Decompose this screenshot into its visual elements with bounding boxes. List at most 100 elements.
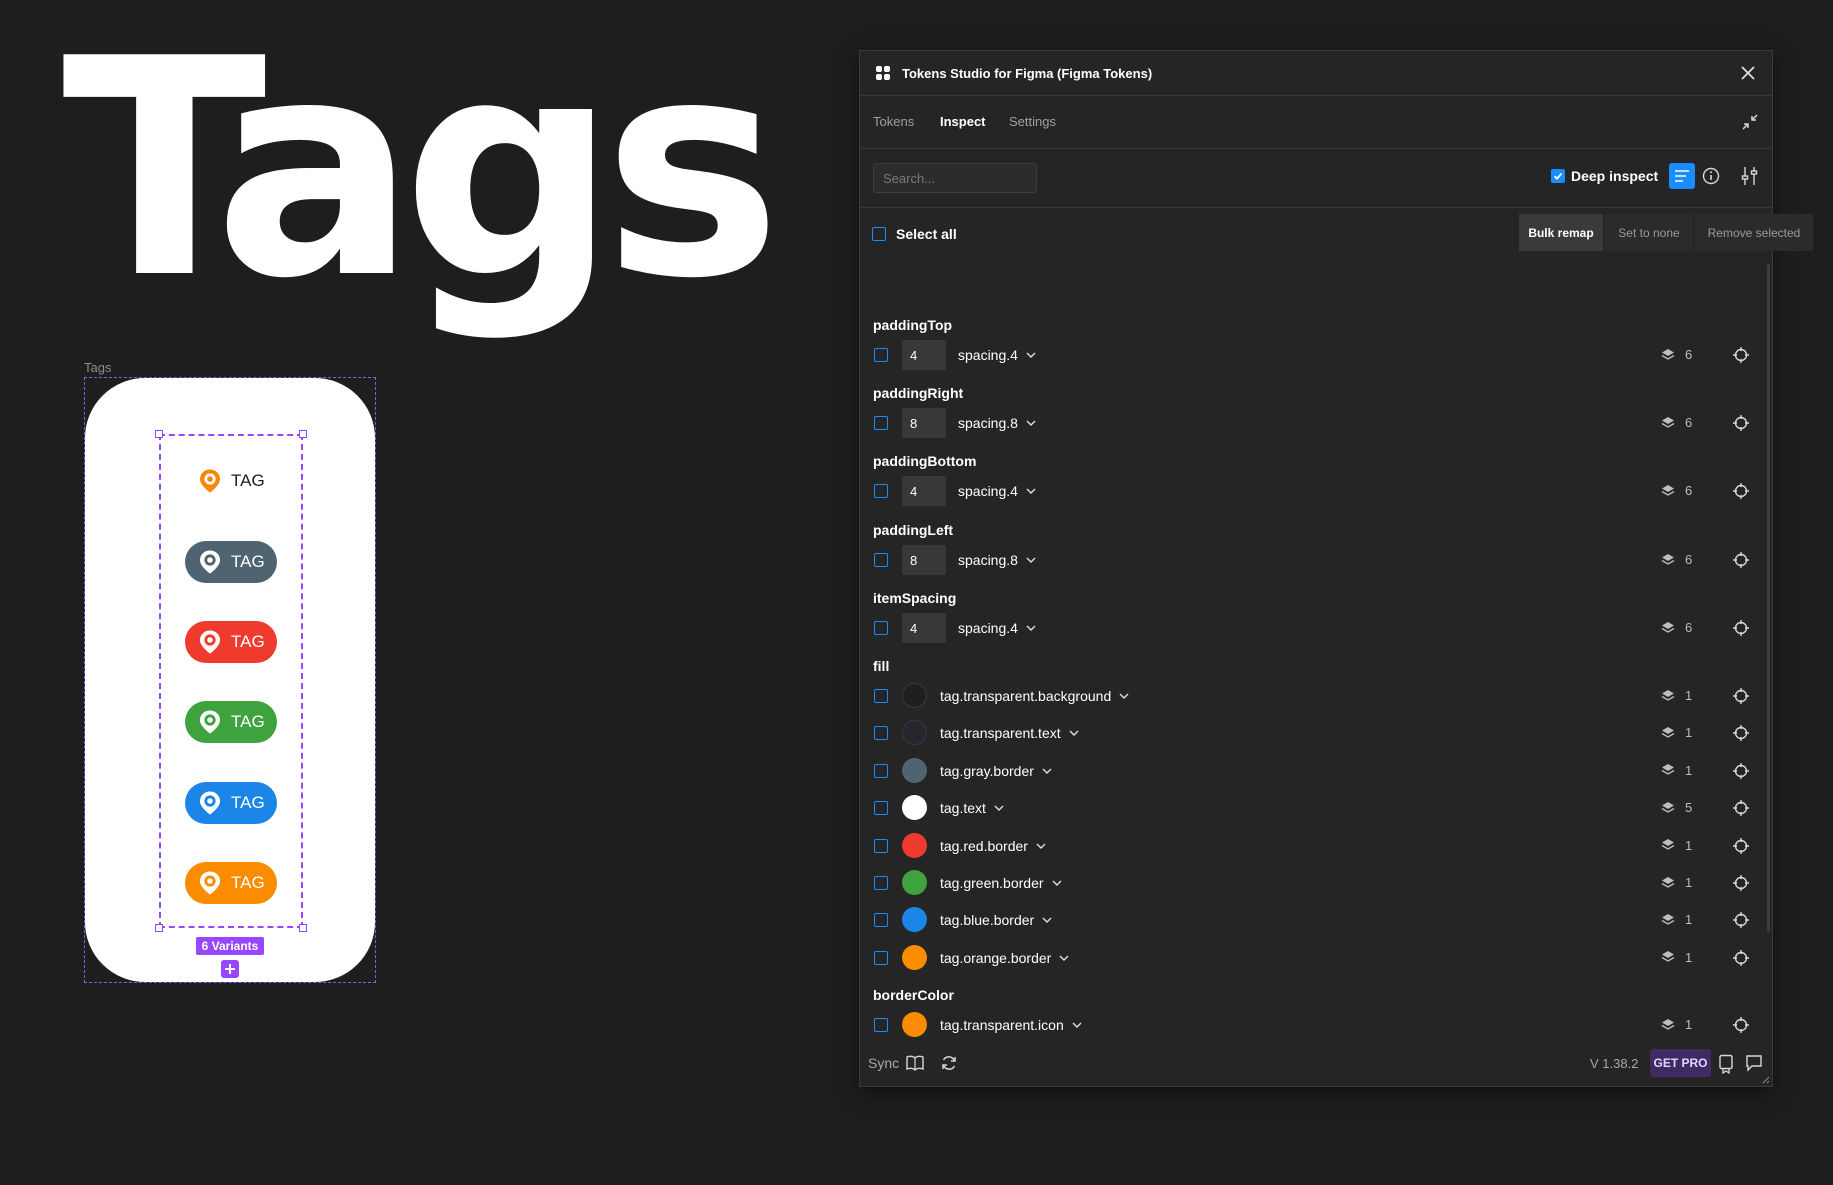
bookmark-icon[interactable] <box>1718 1054 1734 1074</box>
crosshair-icon[interactable] <box>1732 762 1750 780</box>
chat-icon[interactable] <box>1745 1054 1763 1072</box>
tab-settings[interactable]: Settings <box>1009 114 1056 129</box>
resize-handle-bottom-right[interactable] <box>299 924 307 932</box>
tag-variant[interactable]: TAG <box>185 782 277 824</box>
row-checkbox[interactable] <box>874 876 888 890</box>
color-swatch <box>902 907 927 933</box>
tag-variant[interactable]: TAG <box>185 541 277 583</box>
layer-count: 6 <box>1661 415 1692 430</box>
token-select[interactable]: tag.green.border <box>940 875 1062 891</box>
chevron-down-icon <box>1026 488 1036 494</box>
token-name: tag.transparent.text <box>940 725 1061 742</box>
tag-variant[interactable]: TAG <box>185 460 277 502</box>
deep-inspect-checkbox[interactable] <box>1551 169 1565 183</box>
scrollbar[interactable] <box>1767 264 1770 932</box>
token-row[interactable]: 4 spacing.4 6 <box>860 476 1772 506</box>
token-row[interactable]: tag.text 5 <box>860 793 1772 823</box>
tag-variant[interactable]: TAG <box>185 862 277 904</box>
token-row[interactable]: tag.transparent.icon 1 <box>860 1010 1772 1039</box>
crosshair-icon[interactable] <box>1732 724 1750 742</box>
crosshair-icon[interactable] <box>1732 687 1750 705</box>
crosshair-icon[interactable] <box>1732 837 1750 855</box>
token-select[interactable]: tag.transparent.text <box>940 725 1079 741</box>
sliders-icon[interactable] <box>1740 165 1760 187</box>
row-checkbox[interactable] <box>874 348 888 362</box>
row-checkbox[interactable] <box>874 838 888 853</box>
token-select[interactable]: tag.transparent.icon <box>940 1017 1082 1033</box>
component-set[interactable] <box>159 434 303 928</box>
row-checkbox[interactable] <box>874 801 888 816</box>
add-variant-button[interactable] <box>221 960 239 978</box>
row-checkbox[interactable] <box>874 553 888 567</box>
crosshair-icon[interactable] <box>1732 949 1750 967</box>
row-checkbox[interactable] <box>874 763 888 778</box>
token-select[interactable]: spacing.8 <box>958 415 1036 431</box>
layer-count-value: 1 <box>1685 912 1693 928</box>
row-checkbox[interactable] <box>874 689 888 703</box>
list-view-button[interactable] <box>1669 163 1695 189</box>
frame-label[interactable]: Tags <box>84 360 111 375</box>
crosshair-icon[interactable] <box>1732 414 1750 432</box>
tag-variant[interactable]: TAG <box>185 621 277 663</box>
group-title: paddingTop <box>873 317 953 333</box>
token-row[interactable]: tag.orange.border 1 <box>860 943 1772 973</box>
resize-handle-top-right[interactable] <box>299 430 307 438</box>
search-input[interactable] <box>873 163 1037 193</box>
token-select[interactable]: spacing.8 <box>958 552 1036 568</box>
token-row[interactable]: 4 spacing.4 6 <box>860 613 1772 643</box>
info-icon[interactable] <box>1701 166 1721 186</box>
row-checkbox[interactable] <box>874 950 888 965</box>
crosshair-icon[interactable] <box>1732 1016 1750 1034</box>
row-checkbox[interactable] <box>874 913 888 928</box>
token-select[interactable]: spacing.4 <box>958 347 1036 363</box>
token-select[interactable]: tag.gray.border <box>940 763 1052 779</box>
token-select[interactable]: spacing.4 <box>958 620 1036 636</box>
crosshair-icon[interactable] <box>1732 799 1750 817</box>
token-row[interactable]: 4 spacing.4 6 <box>860 340 1772 370</box>
resize-grip-icon[interactable] <box>1760 1074 1770 1084</box>
row-checkbox[interactable] <box>874 416 888 430</box>
tag-variant[interactable]: TAG <box>185 701 277 743</box>
row-checkbox[interactable] <box>874 484 888 498</box>
crosshair-icon[interactable] <box>1732 874 1750 892</box>
token-select[interactable]: tag.text <box>940 800 1004 816</box>
token-select[interactable]: tag.transparent.background <box>940 688 1129 704</box>
tab-inspect[interactable]: Inspect <box>940 114 986 129</box>
crosshair-icon[interactable] <box>1732 911 1750 929</box>
deep-inspect-toggle[interactable]: Deep inspect <box>1551 168 1658 184</box>
token-row[interactable]: tag.red.border 1 <box>860 831 1772 861</box>
token-row[interactable]: tag.gray.border 1 <box>860 756 1772 786</box>
token-select[interactable]: spacing.4 <box>958 483 1036 499</box>
collapse-arrows-icon[interactable] <box>1740 112 1760 132</box>
token-select[interactable]: tag.red.border <box>940 838 1046 854</box>
select-all-checkbox[interactable] <box>872 227 886 241</box>
variants-badge[interactable]: 6 Variants <box>196 937 264 955</box>
set-to-none-button[interactable]: Set to none <box>1605 214 1693 251</box>
select-all[interactable]: Select all <box>872 226 957 242</box>
book-icon[interactable] <box>905 1054 925 1072</box>
crosshair-icon[interactable] <box>1732 551 1750 569</box>
token-row[interactable]: tag.transparent.background 1 <box>860 681 1772 711</box>
token-row[interactable]: tag.transparent.text 1 <box>860 718 1772 748</box>
token-row[interactable]: 8 spacing.8 6 <box>860 408 1772 438</box>
tab-tokens[interactable]: Tokens <box>873 114 914 129</box>
get-pro-button[interactable]: GET PRO <box>1650 1049 1711 1077</box>
close-icon[interactable] <box>1738 63 1758 83</box>
crosshair-icon[interactable] <box>1732 346 1750 364</box>
token-row[interactable]: tag.blue.border 1 <box>860 905 1772 935</box>
refresh-icon[interactable] <box>940 1054 958 1072</box>
row-checkbox[interactable] <box>874 621 888 635</box>
row-checkbox[interactable] <box>874 1018 888 1032</box>
crosshair-icon[interactable] <box>1732 619 1750 637</box>
token-row[interactable]: 8 spacing.8 6 <box>860 545 1772 575</box>
token-select[interactable]: tag.blue.border <box>940 912 1052 928</box>
token-select[interactable]: tag.orange.border <box>940 950 1069 966</box>
resize-handle-bottom-left[interactable] <box>155 924 163 932</box>
row-checkbox[interactable] <box>874 726 888 741</box>
resize-handle-top-left[interactable] <box>155 430 163 438</box>
crosshair-icon[interactable] <box>1732 482 1750 500</box>
value-field: 8 <box>902 545 946 575</box>
bulk-remap-button[interactable]: Bulk remap <box>1519 214 1603 251</box>
remove-selected-button[interactable]: Remove selected <box>1695 214 1813 251</box>
token-row[interactable]: tag.green.border 1 <box>860 868 1772 898</box>
